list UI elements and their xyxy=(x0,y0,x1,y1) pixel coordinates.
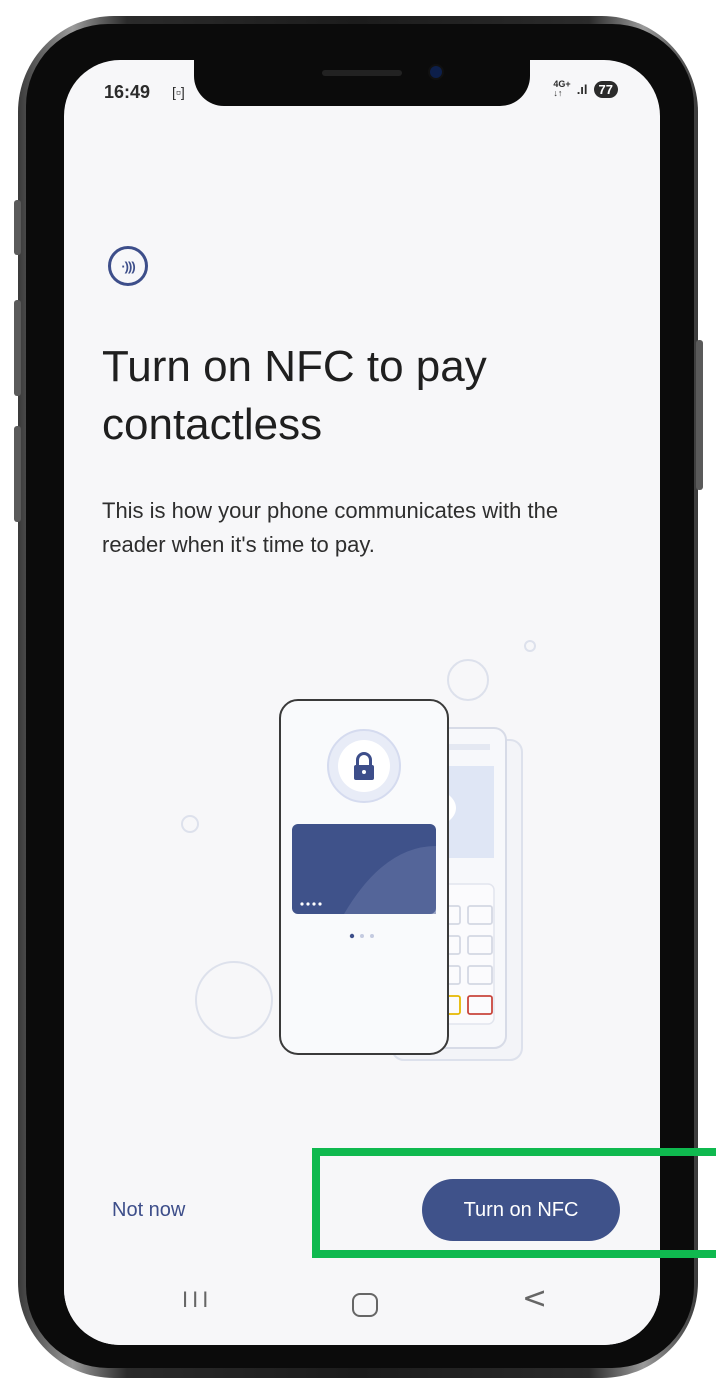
notch xyxy=(194,60,530,106)
phone-with-card xyxy=(279,699,449,1055)
recent-apps-icon[interactable]: III xyxy=(182,1287,212,1313)
volume-button xyxy=(14,200,21,255)
contactless-payment-illustration: ·))) xyxy=(181,640,536,1061)
decor-circle xyxy=(524,640,536,652)
nfc-icon: ·))) xyxy=(108,246,148,286)
decor-circle xyxy=(447,659,489,701)
front-camera xyxy=(430,66,442,78)
not-now-button[interactable]: Not now xyxy=(112,1190,232,1230)
power-button xyxy=(696,340,703,490)
page-description: This is how your phone communicates with… xyxy=(102,498,559,557)
battery-icon: 77 xyxy=(593,80,618,98)
status-time: 16:49 xyxy=(104,82,151,102)
signal-icon: .ıl xyxy=(576,81,588,97)
volume-button xyxy=(14,426,21,522)
speaker xyxy=(322,70,402,76)
network-type-icon: 4G+ ↓↑ xyxy=(553,79,571,98)
decor-circle xyxy=(195,961,273,1039)
home-icon[interactable] xyxy=(352,1293,378,1317)
navigation-bar: III < xyxy=(64,1265,660,1345)
volume-button xyxy=(14,300,21,396)
decor-circle xyxy=(181,815,199,833)
screenshot-icon: [▫] xyxy=(172,84,185,100)
back-icon[interactable]: < xyxy=(522,1281,547,1316)
page-title: Turn on NFC to pay contactless xyxy=(102,342,487,449)
status-icons: 4G+ ↓↑ .ıl 77 xyxy=(553,80,618,98)
highlight-box xyxy=(312,1148,716,1258)
